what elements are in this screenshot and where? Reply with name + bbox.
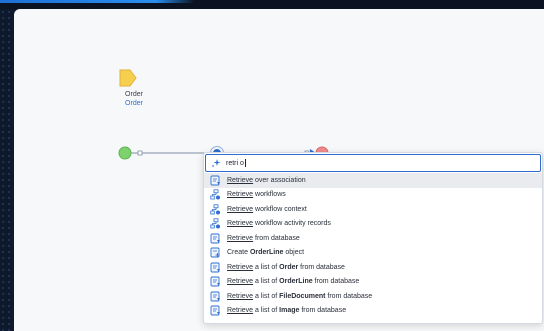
result-label: Retrieve workflows bbox=[227, 191, 286, 199]
result-label: Retrieve a list of Order from database bbox=[227, 263, 345, 271]
result-item[interactable]: Retrieve a list of OrderLine from databa… bbox=[204, 275, 542, 290]
flow-diagram bbox=[118, 146, 329, 160]
workflow-icon bbox=[210, 189, 221, 200]
workflow-icon bbox=[210, 218, 221, 229]
search-input[interactable]: retri o bbox=[205, 154, 541, 172]
result-item[interactable]: Create OrderLine object bbox=[204, 246, 542, 261]
result-item[interactable]: Retrieve over association bbox=[204, 173, 542, 188]
left-rail bbox=[0, 9, 14, 331]
result-item[interactable]: Retrieve a list of Image from database bbox=[204, 304, 542, 319]
result-label: Retrieve a list of Image from database bbox=[227, 307, 347, 315]
result-label: Retrieve workflow activity records bbox=[227, 220, 331, 228]
result-label: Retrieve a list of FileDocument from dat… bbox=[227, 292, 373, 300]
retrieve-icon bbox=[210, 262, 221, 273]
retrieve-icon bbox=[210, 291, 221, 302]
create-object-icon bbox=[210, 247, 221, 258]
retrieve-icon bbox=[210, 233, 221, 244]
top-bar bbox=[0, 0, 544, 9]
result-label: Retrieve a list of OrderLine from databa… bbox=[227, 278, 360, 286]
result-item[interactable]: Retrieve a list of FileDocument from dat… bbox=[204, 289, 542, 304]
result-item[interactable]: Retrieve workflow context bbox=[204, 202, 542, 217]
retrieve-icon bbox=[210, 276, 221, 287]
result-item[interactable]: Retrieve from database bbox=[204, 231, 542, 246]
top-accent bbox=[0, 0, 195, 3]
result-item[interactable]: Retrieve workflow activity records bbox=[204, 217, 542, 232]
result-item[interactable]: Retrieve workflows bbox=[204, 188, 542, 203]
results-list: Retrieve over association Retrieve workfl… bbox=[204, 173, 542, 318]
result-item[interactable]: Retrieve a list of Order from database bbox=[204, 260, 542, 275]
result-label: Create OrderLine object bbox=[227, 249, 305, 257]
result-label: Retrieve from database bbox=[227, 234, 300, 242]
sparkle-icon bbox=[211, 159, 221, 168]
text-caret bbox=[244, 159, 246, 167]
retrieve-icon bbox=[210, 305, 221, 316]
action-search-popup: retri o Retrieve over association Retriev… bbox=[203, 152, 543, 324]
result-label: Retrieve over association bbox=[227, 176, 306, 184]
workflow-icon bbox=[210, 204, 221, 215]
start-event[interactable] bbox=[118, 146, 132, 160]
search-query: retri o bbox=[226, 159, 244, 167]
retrieve-icon bbox=[210, 175, 221, 186]
flow-handle[interactable] bbox=[137, 150, 143, 156]
result-label: Retrieve workflow context bbox=[227, 205, 307, 213]
